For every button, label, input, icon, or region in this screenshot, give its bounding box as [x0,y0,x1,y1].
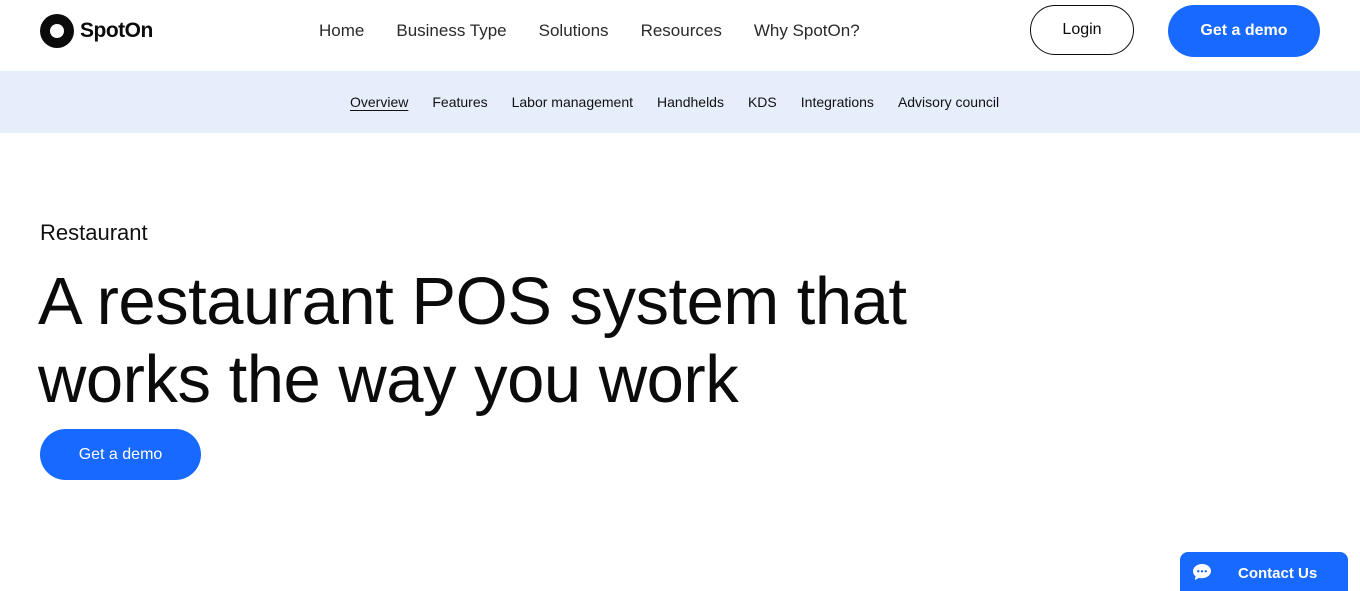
subnav-features[interactable]: Features [420,93,499,111]
login-button[interactable]: Login [1030,5,1134,55]
logo-mark-icon [40,14,74,48]
contact-us-widget[interactable]: Contact Us [1180,552,1348,591]
spoton-logo[interactable]: SpotOn [40,14,153,48]
subnav-labor-management[interactable]: Labor management [500,93,645,111]
top-navigation: SpotOn Home Business Type Solutions Reso… [0,0,1360,71]
subnav-advisory-council[interactable]: Advisory council [886,93,1011,111]
nav-solutions[interactable]: Solutions [523,19,625,43]
subnav-overview[interactable]: Overview [338,93,420,111]
get-demo-header-button[interactable]: Get a demo [1168,5,1320,57]
subnav-kds[interactable]: KDS [736,93,789,111]
logo-text: SpotOn [80,19,153,42]
subnav-integrations[interactable]: Integrations [789,93,886,111]
hero-headline: A restaurant POS system that works the w… [38,264,907,417]
nav-resources[interactable]: Resources [625,19,738,43]
nav-home[interactable]: Home [303,19,380,43]
nav-why-spoton[interactable]: Why SpotOn? [738,19,876,43]
nav-business-type[interactable]: Business Type [380,19,522,43]
contact-us-label: Contact Us [1238,565,1318,582]
sub-navigation: Overview Features Labor management Handh… [0,71,1360,133]
subnav-handhelds[interactable]: Handhelds [645,93,736,111]
hero-eyebrow: Restaurant [40,220,148,245]
get-demo-hero-button[interactable]: Get a demo [40,429,201,480]
main-nav: Home Business Type Solutions Resources W… [303,19,876,43]
chat-bubble-icon [1193,564,1211,580]
